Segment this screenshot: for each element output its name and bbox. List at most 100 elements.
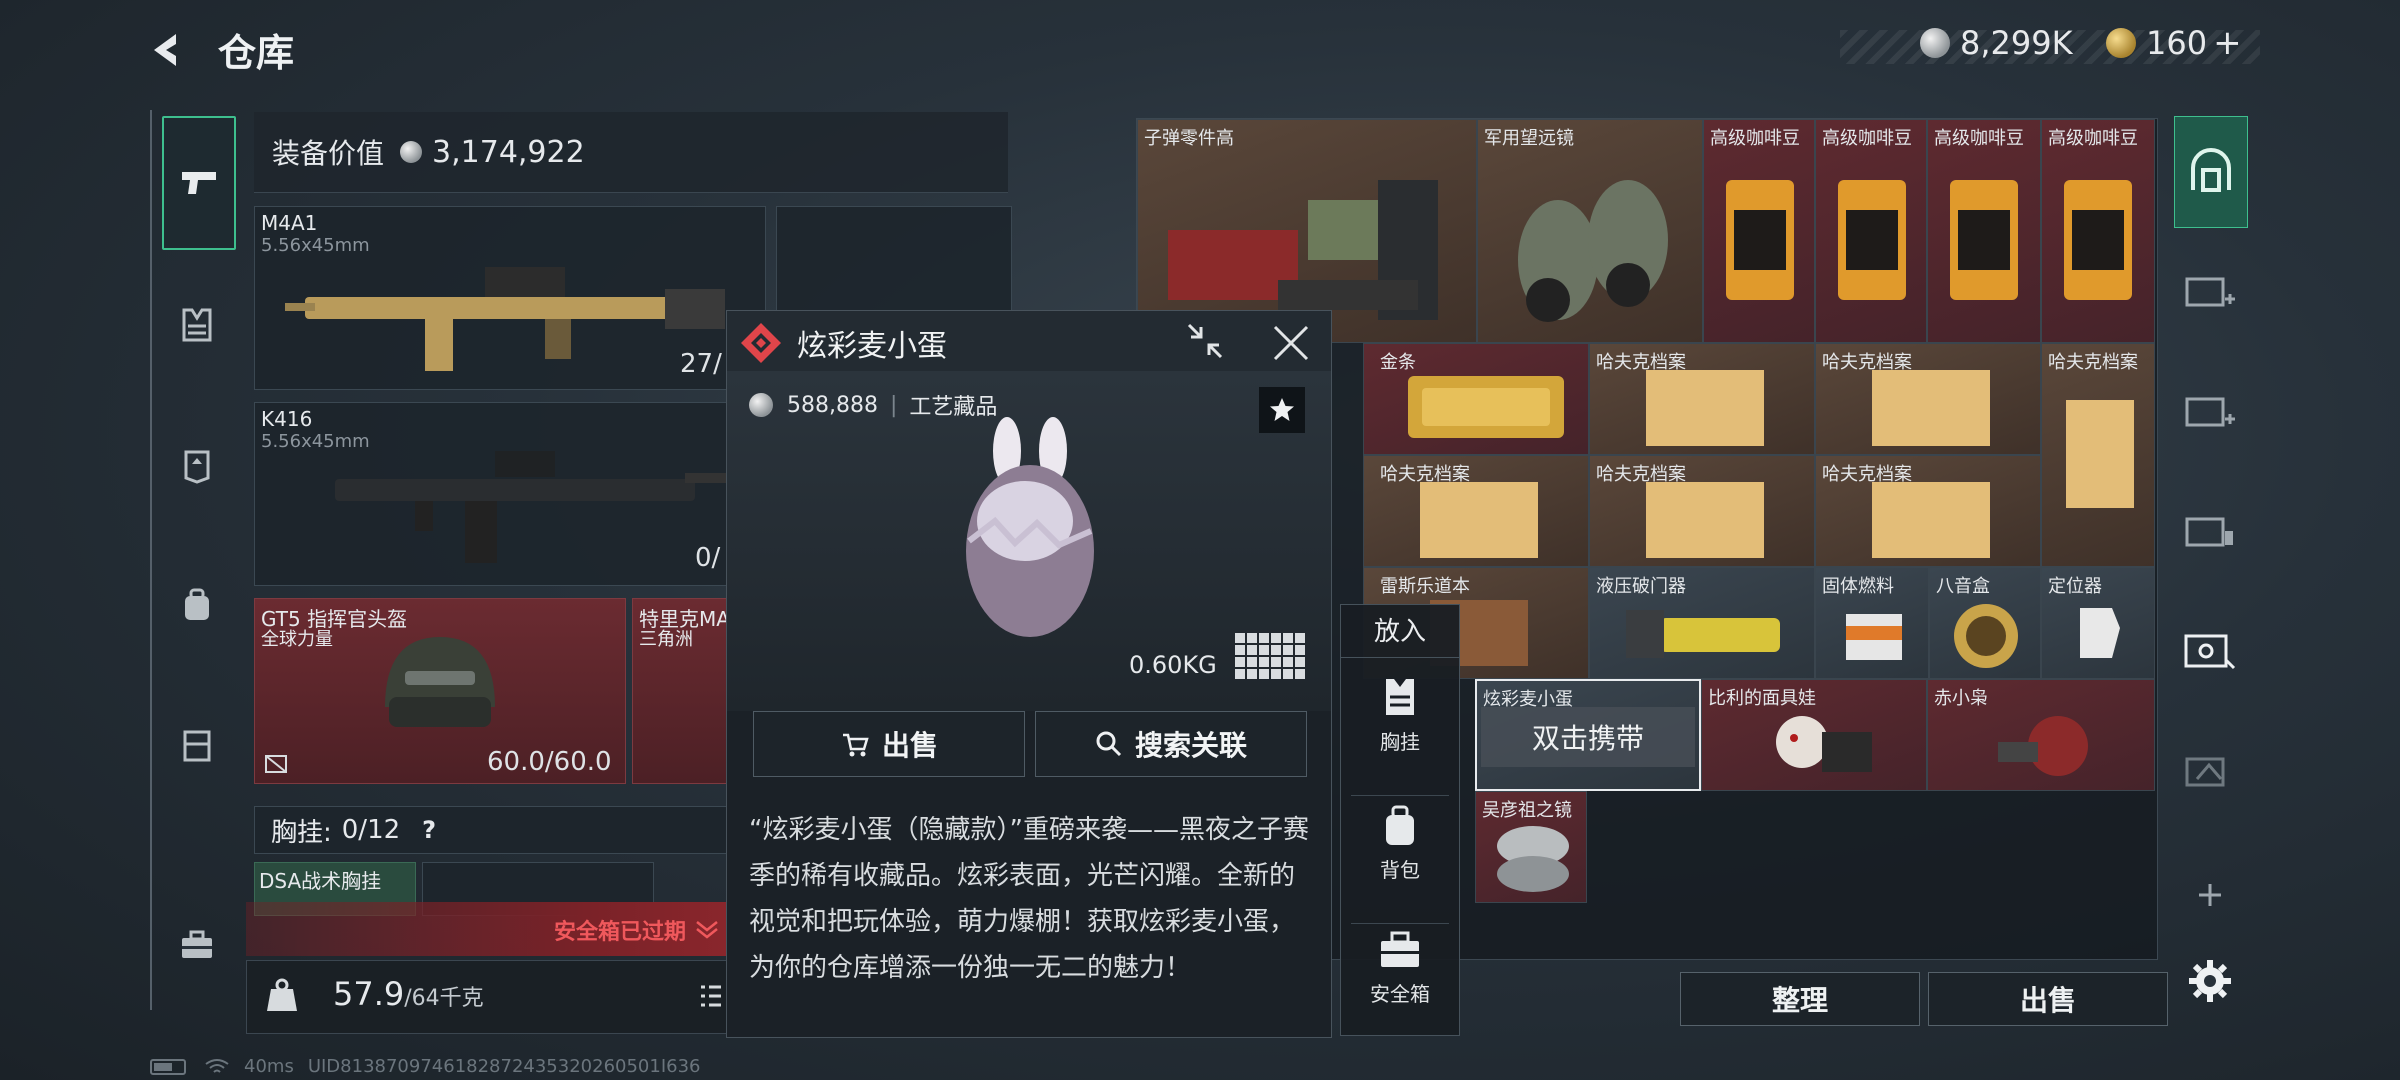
- rail-ext-storage-1[interactable]: [2174, 236, 2246, 346]
- put-in-chest-rig[interactable]: 胸挂: [1341, 675, 1459, 795]
- nav-safe-box[interactable]: [162, 880, 232, 1010]
- rail-ext-storage-5[interactable]: [2174, 716, 2246, 826]
- storage-item[interactable]: 比利的面具娃: [1701, 679, 1927, 791]
- backpack-icon: [1386, 805, 1414, 845]
- item-label: 液压破门器: [1596, 576, 1686, 597]
- music-box-icon: [1954, 604, 2018, 668]
- storage-item[interactable]: 哈夫克档案: [1589, 455, 1815, 567]
- storage-sell-button[interactable]: 出售: [1928, 972, 2168, 1026]
- extension-box-icon: [2185, 757, 2225, 787]
- mirror-icon: [1497, 826, 1569, 892]
- double-tap-carry-hint[interactable]: 双击携带: [1481, 707, 1695, 767]
- backpack-icon: [185, 588, 209, 620]
- storage-item[interactable]: 哈夫克档案: [1815, 343, 2041, 455]
- gold-bar-icon: [1408, 376, 1564, 438]
- nav-chest-rig[interactable]: [162, 260, 232, 390]
- secondary-weapon-slot[interactable]: K416 5.56x45mm 0/: [254, 402, 766, 586]
- storage-item[interactable]: 八音盒: [1929, 567, 2041, 679]
- rail-ext-storage-3[interactable]: [2174, 476, 2246, 586]
- storage-item[interactable]: 军用望远镜: [1477, 119, 1703, 343]
- storage-item[interactable]: 高级咖啡豆: [1815, 119, 1927, 343]
- nav-backpack[interactable]: [162, 540, 232, 670]
- help-button[interactable]: ?: [422, 816, 436, 844]
- armor-slot[interactable]: 特里克MA 三角洲: [632, 598, 734, 784]
- storage-item[interactable]: 固体燃料: [1815, 567, 1929, 679]
- back-arrow-icon[interactable]: [146, 28, 190, 72]
- storage-item[interactable]: 哈夫克档案: [2041, 343, 2155, 567]
- storage-item[interactable]: 金条: [1363, 343, 1589, 455]
- safe-box-expired-banner[interactable]: 安全箱已过期: [246, 902, 732, 956]
- put-in-backpack[interactable]: 背包: [1341, 803, 1459, 923]
- gear-icon: [2189, 960, 2231, 1002]
- put-in-title: 放入: [1373, 617, 1426, 647]
- storage-item[interactable]: 哈夫克档案: [1363, 455, 1589, 567]
- storage-item-selected[interactable]: 炫彩麦小蛋 双击携带: [1475, 679, 1701, 791]
- helmet-slot[interactable]: GT5 指挥官头盔 全球力量 60.0/60.0: [254, 598, 626, 784]
- k416-rifle-icon: [335, 451, 729, 563]
- weapon-name: K416: [261, 407, 313, 431]
- primary-weapon-slot[interactable]: M4A1 5.56x45mm 27/: [254, 206, 766, 390]
- settings-button[interactable]: [2174, 926, 2246, 1036]
- put-in-panel: 放入 胸挂 背包 安全箱: [1340, 604, 1460, 1036]
- weight-icon: [267, 978, 297, 1011]
- close-icon[interactable]: [1271, 323, 1311, 363]
- m4a1-rifle-icon: [285, 267, 725, 371]
- item-price: 588,888: [787, 392, 878, 418]
- put-in-chest-rig-label: 胸挂: [1380, 730, 1420, 754]
- chest-rig-label: 胸挂:: [271, 817, 332, 848]
- search-related-button[interactable]: 搜索关联: [1035, 711, 1307, 777]
- collapse-icon[interactable]: [1185, 321, 1225, 361]
- locator-icon: [2080, 608, 2120, 658]
- nav-weapons[interactable]: [162, 116, 236, 250]
- storage-item[interactable]: 高级咖啡豆: [2041, 119, 2155, 343]
- favorite-button[interactable]: [1259, 387, 1305, 433]
- item-detail-popup: 炫彩麦小蛋 588,888 | 工艺藏品 0.60KG 出售 搜索关联 “炫彩麦…: [726, 310, 1332, 1038]
- item-label: 高级咖啡豆: [1710, 128, 1800, 149]
- rainbow-egg-icon: [966, 417, 1094, 637]
- item-label: 子弹零件高: [1144, 128, 1234, 149]
- put-in-safe-box[interactable]: 安全箱: [1341, 927, 1459, 1047]
- item-label: 高级咖啡豆: [2048, 128, 2138, 149]
- sell-button[interactable]: 出售: [753, 711, 1025, 777]
- list-icon[interactable]: [699, 983, 723, 1009]
- ticket-box-icon: [2184, 634, 2236, 670]
- nav-container[interactable]: [162, 680, 232, 810]
- rail-ext-storage-2[interactable]: [2174, 356, 2246, 466]
- right-storage-rail: [2170, 116, 2250, 1016]
- storage-item[interactable]: 哈夫克档案: [1815, 455, 2041, 567]
- add-currency-button[interactable]: +: [2213, 23, 2242, 63]
- extension-box-icon: [2185, 277, 2235, 307]
- storage-item[interactable]: 赤小枭: [1927, 679, 2155, 791]
- storage-item[interactable]: 哈夫克档案: [1589, 343, 1815, 455]
- item-preview: 588,888 | 工艺藏品 0.60KG: [727, 371, 1331, 711]
- item-description: “炫彩麦小蛋（隐藏款）”重磅来袭——黑夜之子赛季的稀有收藏品。炫彩表面，光芒闪耀…: [749, 815, 1309, 983]
- storage-item[interactable]: 高级咖啡豆: [1927, 119, 2041, 343]
- solid-fuel-icon: [1846, 614, 1902, 660]
- silver-currency: 8,299K: [1920, 22, 2073, 64]
- file-folder-icon: [1646, 482, 1764, 558]
- star-icon: [1270, 398, 1294, 421]
- gold-currency[interactable]: 160 +: [2106, 22, 2242, 64]
- coffee-bag-icon: [1726, 180, 1794, 300]
- rail-ext-storage-4[interactable]: [2174, 596, 2246, 706]
- storage-item[interactable]: 吴彦祖之镜: [1475, 791, 1587, 903]
- storage-item[interactable]: 高级咖啡豆: [1703, 119, 1815, 343]
- coffee-bag-icon: [2064, 180, 2132, 300]
- sort-button[interactable]: 整理: [1680, 972, 1920, 1026]
- sell-cart-icon: [842, 733, 869, 757]
- coffee-bag-icon: [1950, 180, 2018, 300]
- silver-amount: 8,299K: [1960, 24, 2073, 62]
- item-label: 固体燃料: [1822, 576, 1894, 597]
- weight-value: 57.9: [333, 975, 405, 1013]
- plus-icon: [2199, 884, 2221, 906]
- item-label: 哈夫克档案: [2048, 352, 2138, 373]
- chest-rig-row: 胸挂: 0/12 ?: [254, 806, 734, 854]
- storage-item[interactable]: 液压破门器: [1589, 567, 1815, 679]
- ammo-crate-icon: [1168, 180, 1438, 320]
- vault-icon: [2191, 148, 2231, 192]
- chest-rig-icon: [182, 308, 212, 342]
- rail-main-storage[interactable]: [2174, 116, 2248, 228]
- nav-armor[interactable]: [162, 400, 232, 530]
- broken-slot-icon: [265, 755, 287, 773]
- storage-item[interactable]: 定位器: [2041, 567, 2155, 679]
